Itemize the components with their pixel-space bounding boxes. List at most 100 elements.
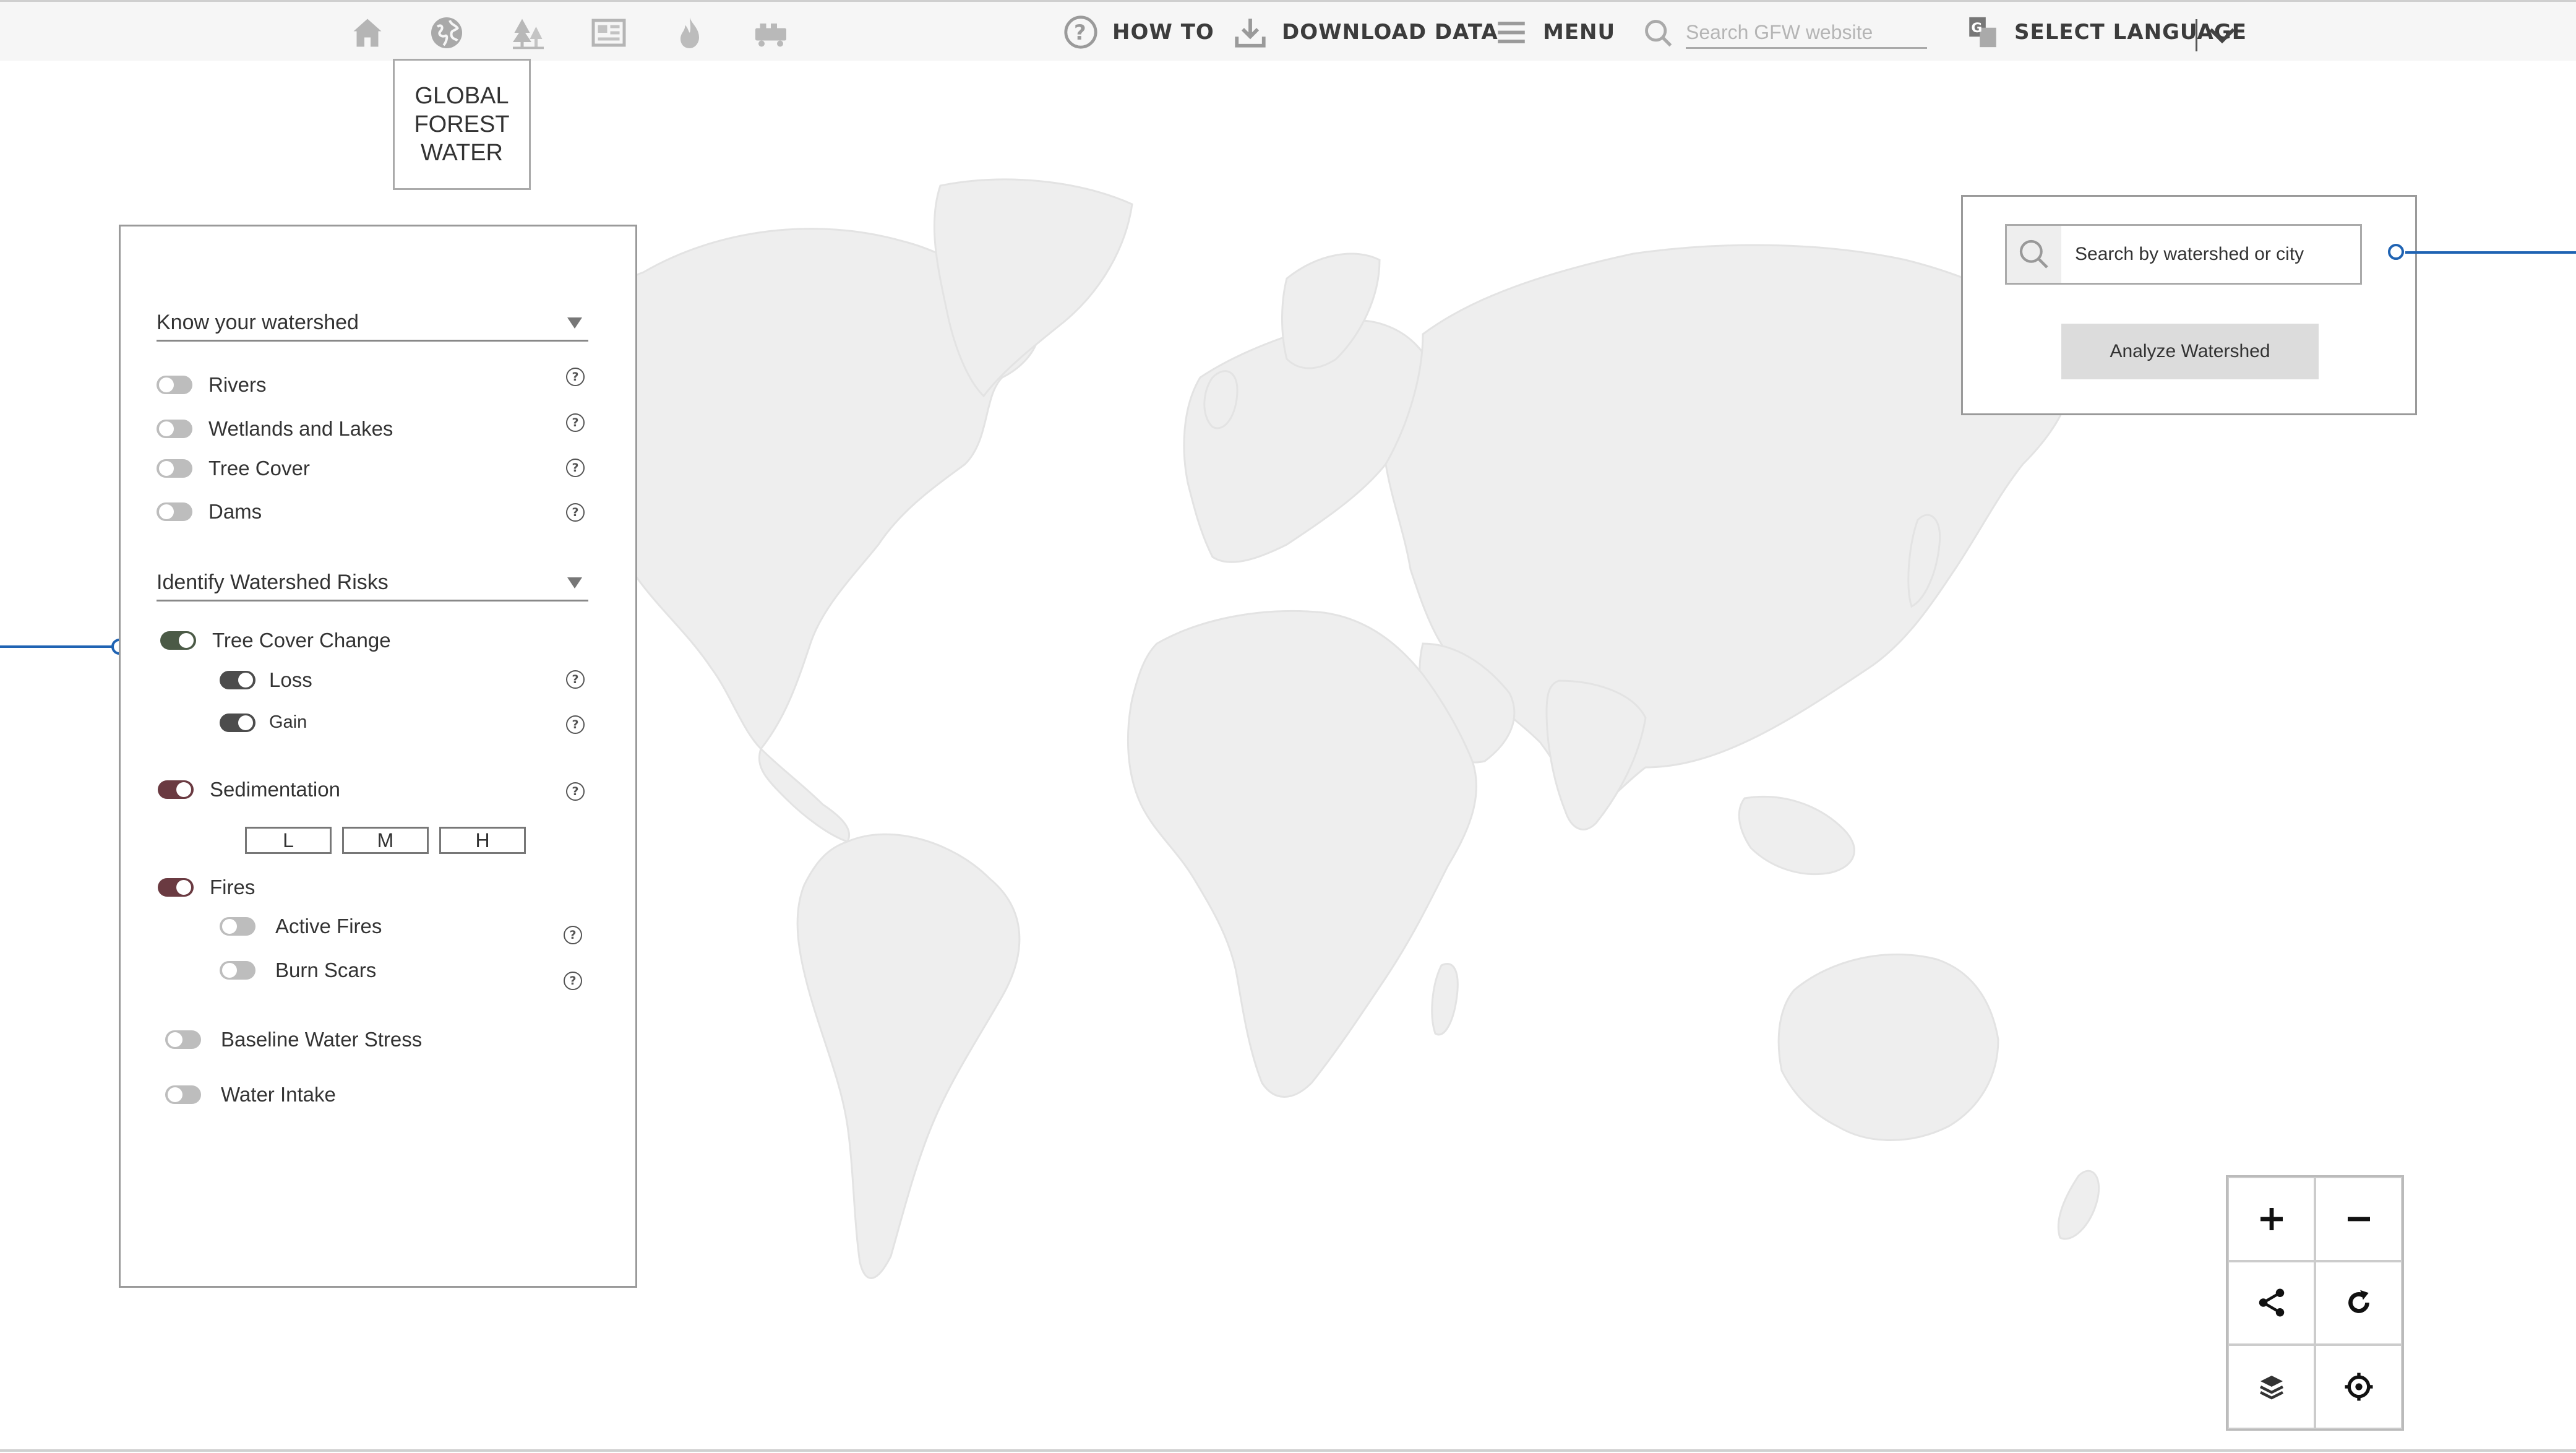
- baseline-water-stress-toggle[interactable]: [165, 1030, 201, 1049]
- help-icon[interactable]: ?: [564, 972, 582, 990]
- loss-toggle[interactable]: [220, 671, 255, 689]
- new-zealand: [2057, 1170, 2100, 1240]
- caret-down-icon: [567, 577, 582, 589]
- burn-scars-label: Burn Scars: [275, 959, 377, 981]
- app-title-box[interactable]: GLOBAL FOREST WATER: [393, 59, 531, 190]
- hamburger-icon: [1498, 22, 1525, 43]
- sedimentation-label: Sedimentation: [210, 778, 340, 801]
- reset-icon: [2348, 1290, 2369, 1314]
- layer-fires: Fires: [158, 876, 255, 899]
- tree-cover-change-label: Tree Cover Change: [212, 629, 391, 652]
- site-search-input[interactable]: [1686, 18, 1927, 49]
- help-icon[interactable]: ?: [566, 368, 585, 386]
- sediment-level-low-button[interactable]: L: [245, 827, 332, 854]
- how-to-link[interactable]: ? HOW TO: [1063, 11, 1214, 54]
- layers-icon: [2259, 1376, 2283, 1400]
- app-title-line-1: GLOBAL: [414, 83, 509, 109]
- watershed-search-box: [2005, 224, 2362, 285]
- layer-tree-cover-change: Tree Cover Change: [160, 629, 391, 652]
- svg-text:?: ?: [1074, 20, 1088, 45]
- section-identify-watershed-risks[interactable]: Identify Watershed Risks: [157, 566, 588, 601]
- fires-toggle[interactable]: [158, 878, 194, 897]
- how-to-label: HOW TO: [1112, 20, 1214, 45]
- commodities-icon[interactable]: [751, 13, 791, 53]
- map-icon[interactable]: [589, 13, 629, 53]
- search-icon: [2007, 226, 2061, 283]
- app-title-line-3: WATER: [421, 140, 503, 166]
- layer-dams: Dams: [157, 500, 262, 524]
- rivers-label: Rivers: [208, 373, 267, 396]
- zoom-out-button[interactable]: [2315, 1177, 2402, 1261]
- zoom-out-icon: [2347, 1217, 2370, 1222]
- download-data-link[interactable]: DOWNLOAD DATA: [1232, 11, 1498, 54]
- menu-label: MENU: [1543, 20, 1616, 45]
- layer-water-intake: Water Intake: [165, 1083, 336, 1106]
- tree-cover-change-toggle[interactable]: [160, 631, 196, 650]
- reset-button[interactable]: [2315, 1261, 2402, 1345]
- gain-label: Gain: [269, 712, 307, 732]
- site-search: [1642, 15, 1927, 51]
- south-america: [796, 833, 1021, 1279]
- menu-button[interactable]: MENU: [1493, 11, 1615, 54]
- download-data-label: DOWNLOAD DATA: [1282, 20, 1498, 45]
- help-icon[interactable]: ?: [564, 926, 582, 944]
- locate-button[interactable]: [2315, 1345, 2402, 1429]
- level-label: H: [475, 829, 490, 852]
- download-icon: [1235, 19, 1266, 48]
- tree-cover-label: Tree Cover: [208, 457, 310, 480]
- help-icon[interactable]: ?: [566, 782, 585, 801]
- help-icon[interactable]: ?: [566, 413, 585, 432]
- layer-gain: Gain: [220, 712, 307, 733]
- bottom-border: [0, 1449, 2576, 1452]
- section-title: Know your watershed: [157, 311, 359, 334]
- layer-sedimentation: Sedimentation: [158, 778, 340, 801]
- zoom-in-button[interactable]: [2228, 1177, 2315, 1261]
- forest-icon[interactable]: [509, 13, 548, 53]
- active-fires-toggle[interactable]: [220, 917, 255, 936]
- sediment-level-high-button[interactable]: H: [439, 827, 526, 854]
- layer-baseline-water-stress: Baseline Water Stress: [165, 1028, 422, 1051]
- analyze-watershed-button[interactable]: Analyze Watershed: [2061, 324, 2319, 379]
- section-title: Identify Watershed Risks: [157, 571, 389, 594]
- chevron-down-icon[interactable]: [2205, 18, 2239, 53]
- watershed-search-panel: Analyze Watershed: [1961, 195, 2417, 415]
- help-icon[interactable]: ?: [566, 670, 585, 689]
- translate-icon: G: [1969, 17, 1996, 48]
- rivers-toggle[interactable]: [157, 376, 192, 394]
- help-icon[interactable]: ?: [566, 503, 585, 522]
- connector-line-right: [2405, 251, 2576, 254]
- dams-toggle[interactable]: [157, 502, 192, 521]
- water-intake-toggle[interactable]: [165, 1085, 201, 1104]
- layer-rivers: Rivers: [157, 373, 267, 397]
- gain-toggle[interactable]: [220, 713, 255, 732]
- section-know-your-watershed[interactable]: Know your watershed: [157, 306, 588, 342]
- africa: [1127, 610, 1477, 1098]
- question-circle-icon: ?: [1064, 15, 1097, 49]
- help-icon[interactable]: ?: [566, 459, 585, 477]
- fire-icon[interactable]: [670, 13, 710, 53]
- language-divider: [2196, 19, 2197, 51]
- wetlands-label: Wetlands and Lakes: [208, 417, 393, 440]
- level-label: L: [283, 829, 294, 852]
- connector-dot-right: [2388, 244, 2404, 260]
- tree-cover-toggle[interactable]: [157, 459, 192, 478]
- app-title-line-2: FOREST: [414, 111, 510, 137]
- wetlands-toggle[interactable]: [157, 420, 192, 438]
- watershed-search-input[interactable]: [2061, 230, 2352, 279]
- layers-button[interactable]: [2228, 1345, 2315, 1429]
- map-controls: [2226, 1175, 2404, 1431]
- burn-scars-toggle[interactable]: [220, 961, 255, 980]
- sediment-level-medium-button[interactable]: M: [342, 827, 429, 854]
- greenland: [933, 178, 1133, 398]
- help-icon[interactable]: ?: [566, 715, 585, 734]
- loss-label: Loss: [269, 668, 312, 691]
- layer-burn-scars: Burn Scars: [220, 959, 376, 982]
- sedimentation-toggle[interactable]: [158, 780, 194, 799]
- home-icon[interactable]: [348, 13, 387, 53]
- share-button[interactable]: [2228, 1261, 2315, 1345]
- baseline-water-stress-label: Baseline Water Stress: [221, 1028, 423, 1051]
- central-america: [758, 747, 851, 843]
- caret-down-icon: [567, 317, 582, 329]
- fires-label: Fires: [210, 876, 255, 899]
- globe-icon[interactable]: [427, 13, 466, 53]
